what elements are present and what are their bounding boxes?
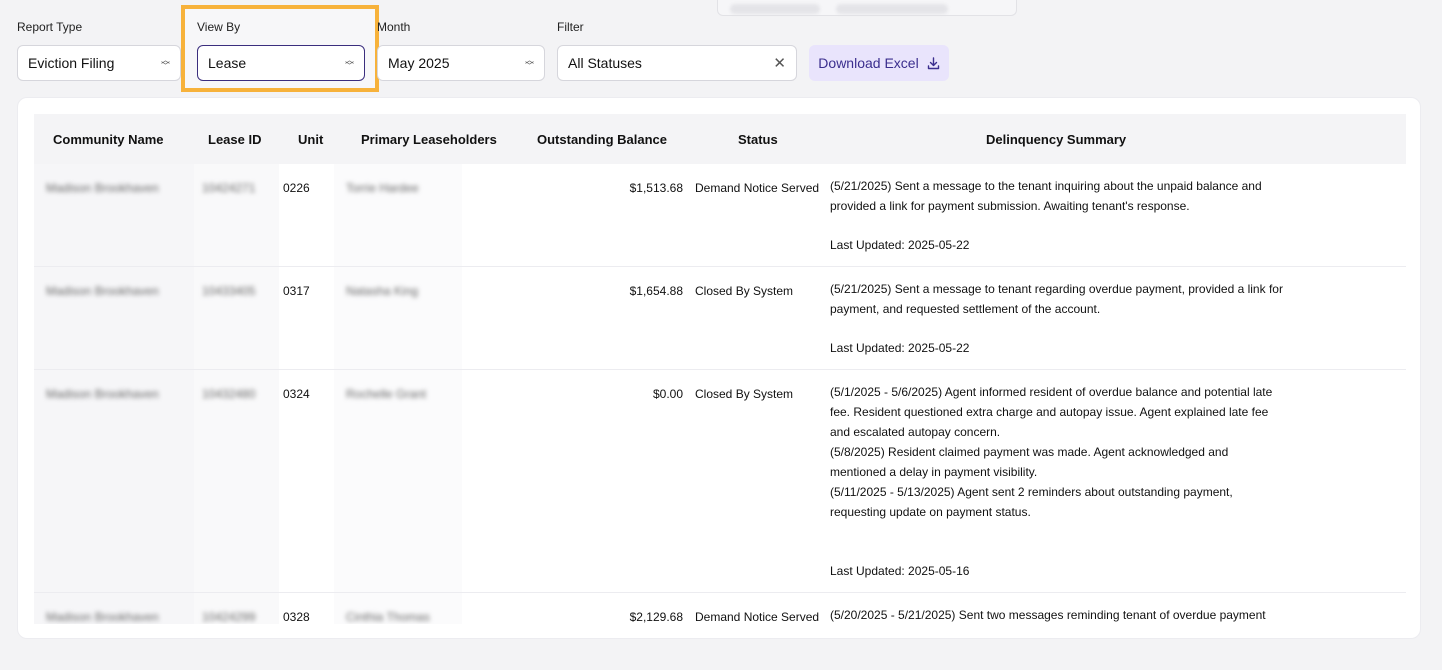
- report-type-select[interactable]: Eviction Filing ︿ ﹀: [17, 45, 181, 81]
- leaseholder-cell: Torrie Hardee: [346, 181, 419, 195]
- table-row[interactable]: Madison Brookhaven 10433405 0317 Natasha…: [34, 267, 1406, 370]
- community-name-cell: Madison Brookhaven: [46, 610, 159, 624]
- report-type-value: Eviction Filing: [28, 55, 115, 71]
- balance-cell: $1,654.88: [629, 284, 683, 298]
- leaseholder-cell: Natasha King: [346, 284, 419, 298]
- filter-bar: Report Type Eviction Filing ︿ ﹀ View By L…: [0, 0, 1442, 95]
- view-by-select[interactable]: Lease ︿ ﹀: [197, 45, 365, 81]
- cell-bg: [334, 370, 462, 592]
- filter-label: Filter: [557, 20, 584, 34]
- lease-id-cell: 10432480: [202, 387, 256, 401]
- report-table-card: Community Name Lease ID Unit Primary Lea…: [17, 97, 1421, 639]
- summary-line: payment, and requested settlement of the…: [830, 302, 1101, 316]
- report-type-label: Report Type: [17, 20, 83, 34]
- summary-line: (5/1/2025 - 5/6/2025) Agent informed res…: [830, 385, 1273, 399]
- unit-cell: 0324: [283, 387, 310, 401]
- last-updated: Last Updated: 2025-05-22: [830, 341, 970, 355]
- cell-bg: [194, 267, 279, 369]
- cell-bg: [194, 370, 279, 592]
- last-updated: Last Updated: 2025-05-22: [830, 238, 970, 252]
- table-row[interactable]: Madison Brookhaven 10424299 0328 Cinthia…: [34, 593, 1406, 624]
- cell-bg: [194, 164, 279, 266]
- cell-bg: [34, 267, 194, 369]
- header-primary-leaseholders: Primary Leaseholders: [361, 132, 497, 147]
- cell-bg: [334, 267, 462, 369]
- balance-cell: $2,129.68: [629, 610, 683, 624]
- cell-bg: [334, 164, 462, 266]
- lease-id-cell: 10424271: [202, 181, 256, 195]
- cell-bg: [34, 370, 194, 592]
- download-excel-button[interactable]: Download Excel: [809, 45, 949, 81]
- summary-line: mentioned a delay in payment visibility.: [830, 465, 1038, 479]
- summary-line: requesting update on payment status.: [830, 505, 1031, 519]
- summary-line: provided a link for payment submission. …: [830, 199, 1190, 213]
- download-icon: [927, 56, 939, 69]
- summary-line: (5/11/2025 - 5/13/2025) Agent sent 2 rem…: [830, 485, 1233, 499]
- summary-line: (5/21/2025) Sent a message to the tenant…: [830, 179, 1262, 193]
- month-select[interactable]: May 2025 ︿ ﹀: [377, 45, 545, 81]
- leaseholder-cell: Cinthia Thomas: [346, 610, 430, 624]
- status-cell: Closed By System: [695, 284, 794, 298]
- chevron-updown-icon: ︿ ﹀: [524, 55, 534, 71]
- lease-id-cell: 10433405: [202, 284, 256, 298]
- status-filter-select[interactable]: All Statuses ✕: [557, 45, 797, 81]
- status-cell: Closed By System: [695, 387, 794, 401]
- unit-cell: 0226: [283, 181, 310, 195]
- summary-spacer: [830, 522, 1290, 542]
- month-label: Month: [377, 20, 411, 34]
- delinquency-summary-cell: (5/21/2025) Sent a message to the tenant…: [830, 176, 1290, 255]
- table-row[interactable]: Madison Brookhaven 10424271 0226 Torrie …: [34, 164, 1406, 267]
- chevron-updown-icon: ︿ ﹀: [160, 55, 170, 71]
- table-row[interactable]: Madison Brookhaven 10432480 0324 Rochell…: [34, 370, 1406, 593]
- clear-icon[interactable]: ✕: [773, 54, 786, 72]
- header-status: Status: [738, 132, 778, 147]
- header-delinquency-summary: Delinquency Summary: [986, 132, 1127, 147]
- delinquency-summary-cell: (5/1/2025 - 5/6/2025) Agent informed res…: [830, 382, 1290, 581]
- cell-bg: [34, 164, 194, 266]
- chevron-updown-icon: ︿ ﹀: [344, 55, 354, 71]
- community-name-cell: Madison Brookhaven: [46, 284, 159, 298]
- status-filter-value: All Statuses: [568, 55, 642, 71]
- unit-cell: 0328: [283, 610, 310, 624]
- delinquency-summary-cell: (5/20/2025 - 5/21/2025) Sent two message…: [830, 605, 1290, 624]
- header-community-name: Community Name: [53, 132, 164, 147]
- summary-line: (5/20/2025 - 5/21/2025) Sent two message…: [830, 608, 1266, 622]
- summary-line: (5/21/2025) Sent a message to tenant reg…: [830, 282, 1283, 296]
- last-updated: Last Updated: 2025-05-16: [830, 564, 970, 578]
- leaseholder-cell: Rochelle Grant: [346, 387, 427, 401]
- status-cell: Demand Notice Served: [695, 181, 820, 195]
- view-by-value: Lease: [208, 55, 247, 71]
- view-by-label: View By: [197, 20, 241, 34]
- header-unit: Unit: [298, 132, 324, 147]
- summary-line: (5/8/2025) Resident claimed payment was …: [830, 445, 1229, 459]
- header-lease-id: Lease ID: [208, 132, 262, 147]
- lease-id-cell: 10424299: [202, 610, 256, 624]
- balance-cell: $0.00: [652, 387, 683, 401]
- balance-cell: $1,513.68: [629, 181, 683, 195]
- community-name-cell: Madison Brookhaven: [46, 181, 159, 195]
- table-header: Community Name Lease ID Unit Primary Lea…: [34, 114, 1406, 164]
- unit-cell: 0317: [283, 284, 310, 298]
- header-outstanding-balance: Outstanding Balance: [537, 132, 668, 147]
- summary-line: and escalated autopay concern.: [830, 425, 1001, 439]
- community-name-cell: Madison Brookhaven: [46, 387, 159, 401]
- table-body: Madison Brookhaven 10424271 0226 Torrie …: [34, 164, 1406, 624]
- status-cell: Demand Notice Served: [695, 610, 820, 624]
- month-value: May 2025: [388, 55, 450, 71]
- delinquency-summary-cell: (5/21/2025) Sent a message to tenant reg…: [830, 279, 1290, 358]
- summary-line: fee. Resident questioned extra charge an…: [830, 405, 1269, 419]
- download-excel-label: Download Excel: [818, 55, 919, 71]
